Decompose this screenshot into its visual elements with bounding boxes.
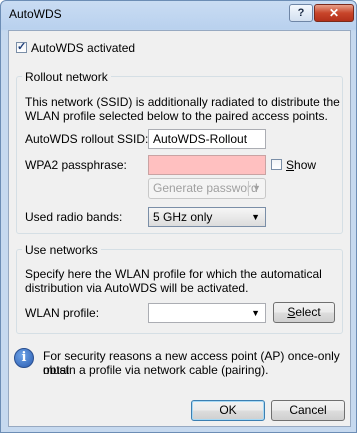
help-button[interactable]: ?	[289, 4, 313, 22]
chevron-down-icon: ▼	[251, 212, 260, 222]
close-button[interactable]: ✕	[314, 4, 354, 22]
ok-button[interactable]: OK	[191, 400, 265, 421]
use-networks-description-line2: distribution via AutoWDS will be activat…	[25, 281, 249, 295]
show-passphrase-checkbox[interactable]	[271, 159, 282, 170]
wpa2-passphrase-label: WPA2 passphrase:	[25, 158, 127, 172]
rollout-ssid-label: AutoWDS rollout SSID:	[25, 132, 149, 146]
check-mark-icon: ✓	[17, 41, 27, 53]
window-title: AutoWDS	[9, 7, 62, 21]
wlan-profile-select[interactable]: ▼	[148, 303, 266, 323]
rollout-network-title: Rollout network	[22, 70, 111, 84]
wlan-profile-label: WLAN profile:	[25, 306, 100, 320]
wpa2-passphrase-input[interactable]	[148, 155, 266, 175]
dialog-client-area: ✓ AutoWDS activated Rollout network This…	[8, 30, 351, 427]
autowds-activated-checkbox[interactable]: ✓	[16, 41, 27, 53]
generate-password-label: Generate password	[153, 181, 258, 195]
autowds-activated-label: AutoWDS activated	[31, 41, 136, 55]
chevron-down-icon[interactable]: ▼	[252, 179, 261, 198]
generate-password-button[interactable]: Generate password ▼	[148, 178, 266, 199]
use-networks-title: Use networks	[22, 243, 101, 257]
radio-bands-value: 5 GHz only	[153, 210, 213, 224]
use-networks-description-line1: Specify here the WLAN profile for which …	[25, 267, 322, 281]
info-text-line2: obtain a profile via network cable (pair…	[43, 363, 269, 377]
split-separator	[248, 181, 249, 196]
rollout-ssid-input[interactable]: AutoWDS-Rollout	[148, 129, 266, 149]
title-bar[interactable]: AutoWDS ? ✕	[1, 1, 356, 27]
autowds-dialog: AutoWDS ? ✕ ✓ AutoWDS activated Rollout …	[0, 0, 357, 433]
rollout-description-line2: WLAN profile selected below to the paire…	[25, 109, 328, 123]
info-icon: i	[14, 348, 34, 368]
cancel-button[interactable]: Cancel	[271, 400, 345, 421]
radio-bands-label: Used radio bands:	[25, 210, 123, 224]
select-profile-button[interactable]: Select	[273, 302, 335, 323]
radio-bands-select[interactable]: 5 GHz only ▼	[148, 207, 266, 227]
rollout-description-line1: This network (SSID) is additionally radi…	[25, 95, 340, 109]
chevron-down-icon: ▼	[251, 308, 260, 318]
show-passphrase-label: Show	[286, 158, 317, 172]
